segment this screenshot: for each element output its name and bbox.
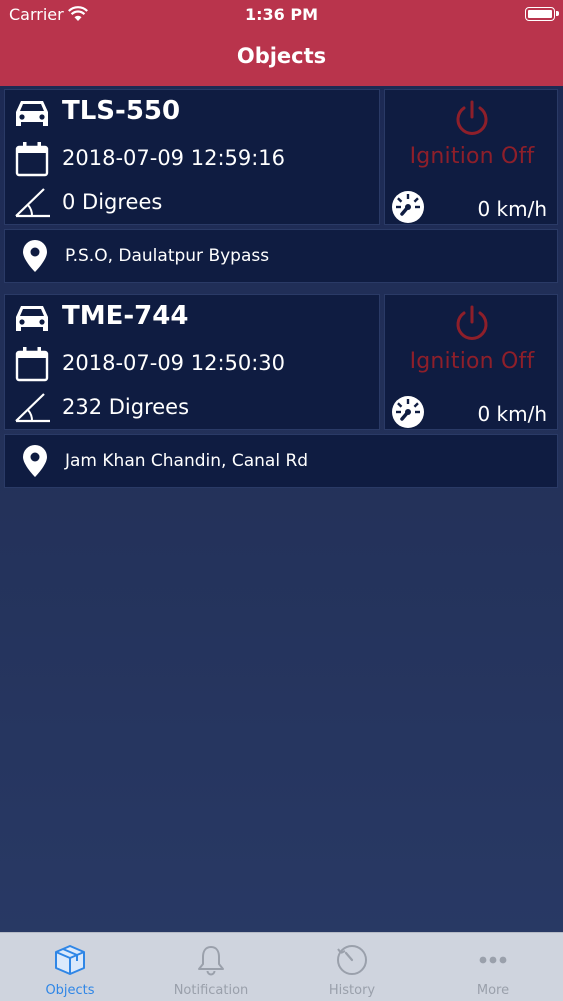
- vehicle-address: Jam Khan Chandin, Canal Rd: [65, 451, 309, 471]
- angle-icon: [15, 393, 50, 423]
- ignition-status-panel: Ignition Off 0 km/h: [384, 89, 558, 225]
- car-icon: [16, 101, 48, 126]
- power-icon: [456, 305, 488, 340]
- last-update-datetime: 2018-07-09 12:59:16: [62, 146, 286, 170]
- address-row[interactable]: P.S.O, Daulatpur Bypass: [4, 229, 558, 283]
- vehicle-address: P.S.O, Daulatpur Bypass: [65, 246, 270, 266]
- last-update-datetime: 2018-07-09 12:50:30: [62, 351, 286, 375]
- tab-bar: Objects Notification History More: [0, 932, 563, 1001]
- car-icon: [16, 306, 48, 331]
- speedometer-icon: [392, 396, 424, 428]
- tab-notification[interactable]: Notification: [141, 933, 281, 1001]
- angle-icon: [15, 188, 50, 218]
- tab-history[interactable]: History: [282, 933, 422, 1001]
- location-pin-icon: [23, 240, 47, 272]
- object-info-panel[interactable]: TME-744 2018-07-09 12:50:30 232 Digrees: [4, 294, 380, 430]
- heading-degrees: 232 Digrees: [62, 395, 190, 419]
- speedometer-icon: [392, 191, 424, 223]
- status-bar: Carrier 1:36 PM: [0, 0, 563, 30]
- heading-degrees: 0 Digrees: [62, 190, 163, 214]
- more-dots-icon: [479, 956, 507, 964]
- tab-label: History: [328, 983, 376, 998]
- clock-icon: [337, 945, 367, 975]
- object-info-panel[interactable]: TLS-550 2018-07-09 12:59:16 0 Digrees: [4, 89, 380, 225]
- tab-objects[interactable]: Objects: [0, 933, 140, 1001]
- page-title: Objects: [236, 44, 327, 68]
- power-icon: [456, 100, 488, 135]
- bell-icon: [198, 946, 224, 976]
- ignition-status-panel: Ignition Off 0 km/h: [384, 294, 558, 430]
- ignition-status: Ignition Off: [409, 349, 535, 374]
- calendar-icon: [15, 142, 49, 177]
- vehicle-plate: TLS-550: [62, 96, 181, 126]
- box-icon: [55, 945, 85, 975]
- tab-label: More: [476, 983, 510, 998]
- ignition-status: Ignition Off: [409, 144, 535, 169]
- calendar-icon: [15, 347, 49, 382]
- navigation-bar: Objects: [0, 30, 563, 86]
- tab-more[interactable]: More: [423, 933, 563, 1001]
- tab-label: Notification: [173, 983, 249, 998]
- vehicle-speed: 0 km/h: [477, 197, 547, 221]
- battery-icon: [525, 7, 559, 21]
- address-row[interactable]: Jam Khan Chandin, Canal Rd: [4, 434, 558, 488]
- vehicle-plate: TME-744: [62, 301, 189, 331]
- vehicle-speed: 0 km/h: [477, 402, 547, 426]
- status-time: 1:36 PM: [244, 5, 318, 24]
- location-pin-icon: [23, 445, 47, 477]
- tab-label: Objects: [45, 983, 95, 998]
